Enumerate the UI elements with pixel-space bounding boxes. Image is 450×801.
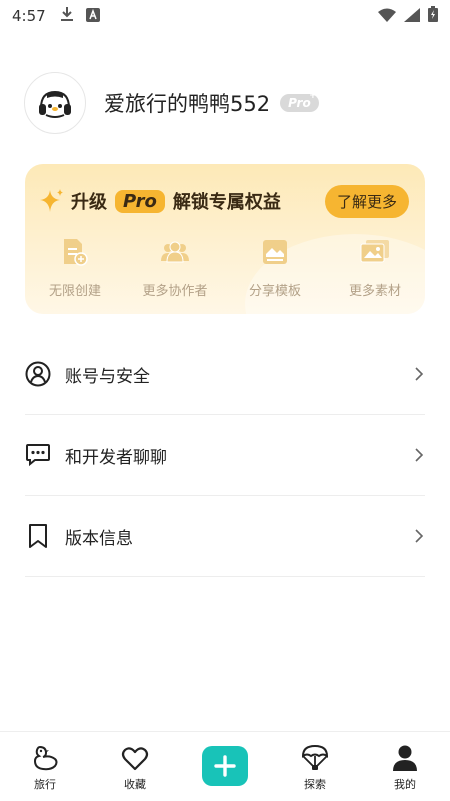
nav-label: 我的 [394,778,416,791]
battery-icon [428,6,438,26]
feature-more-collaborators[interactable]: 更多协作者 [125,236,225,299]
pro-title-suffix: 解锁专属权益 [172,192,281,213]
menu-item-chat-developer[interactable]: 和开发者聊聊 [25,415,425,496]
heart-icon [121,744,149,772]
feature-unlimited-create[interactable]: 无限创建 [25,236,125,299]
download-icon [60,6,74,26]
avatar[interactable] [24,72,86,134]
menu-item-account-security[interactable]: 账号与安全 [25,334,425,415]
feature-label: 更多素材 [348,284,401,299]
pro-title-prefix: 升级 [71,192,107,213]
settings-menu: 账号与安全 和开发者聊聊 版本信息 [25,334,425,577]
menu-label: 版本信息 [65,528,133,549]
nav-item-travel[interactable]: 旅行 [0,732,90,801]
nav-item-favorites[interactable]: 收藏 [90,732,180,801]
pro-card-header: 升级 Pro 解锁专属权益 了解更多 [39,184,409,218]
pro-badge-text: Pro [288,96,311,110]
feature-share-template[interactable]: 分享模板 [225,236,325,299]
nav-label: 旅行 [34,778,56,791]
learn-more-button[interactable]: 了解更多 [324,184,409,218]
duck-icon [31,744,59,772]
signal-icon [404,7,420,26]
status-bar: 4:57 [0,0,450,32]
nav-label: 探索 [304,778,326,791]
pro-features: 无限创建 更多协作者 分享模板 更多素材 [25,236,425,299]
menu-label: 和开发者聊聊 [65,447,167,468]
materials-icon [359,236,391,268]
user-circle-icon [25,361,51,387]
avatar-character-icon [39,90,71,118]
person-icon [391,744,419,772]
pro-badge-plus: + [309,91,317,101]
add-icon [214,755,236,777]
profile-header[interactable]: 爱旅行的鸭鸭552 Pro + [24,72,319,134]
status-time: 4:57 [12,7,46,25]
add-button[interactable] [202,746,248,786]
nav-item-add[interactable] [180,732,270,801]
a-icon [85,7,100,26]
sparkle-icon [40,189,63,212]
pro-upgrade-card[interactable]: 升级 Pro 解锁专属权益 了解更多 无限创建 更多协作者 分享模板 更多素材 [25,164,425,314]
pro-badge: Pro + [280,91,319,112]
feature-label: 无限创建 [48,284,101,299]
bottom-nav: 旅行 收藏 探索 我的 [0,731,450,801]
bookmark-icon [25,523,51,549]
feature-label: 更多协作者 [142,284,208,299]
chevron-right-icon [415,529,424,543]
template-icon [259,236,291,268]
chevron-right-icon [415,367,424,381]
pro-pill: Pro [115,189,165,213]
nav-item-mine[interactable]: 我的 [360,732,450,801]
feature-label: 分享模板 [248,284,301,299]
username: 爱旅行的鸭鸭552 [104,92,271,116]
parachute-icon [301,744,329,772]
menu-label: 账号与安全 [65,366,150,387]
feature-more-materials[interactable]: 更多素材 [325,236,425,299]
nav-label: 收藏 [124,778,146,791]
nav-item-explore[interactable]: 探索 [270,732,360,801]
wifi-icon [378,7,396,26]
menu-item-version-info[interactable]: 版本信息 [25,496,425,577]
chevron-right-icon [415,448,424,462]
chat-icon [25,442,51,468]
create-doc-icon [59,236,91,268]
collaborators-icon [159,236,191,268]
